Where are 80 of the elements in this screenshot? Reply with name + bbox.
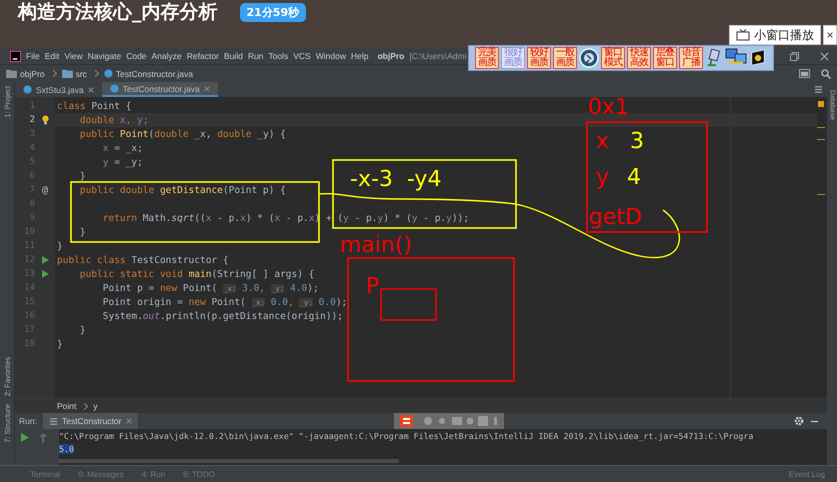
handwritten-note: 0x1 — [588, 95, 630, 120]
app-logo-icon — [10, 50, 21, 62]
quality-button[interactable]: 完美 画质 — [475, 47, 499, 69]
breadcrumb-item[interactable]: TestConstructor.java — [116, 68, 193, 78]
handwritten-note: 4 — [627, 165, 641, 190]
handwritten-note: main() — [340, 233, 412, 258]
quality-button[interactable]: 较好 画质 — [527, 47, 551, 69]
code-line: public class TestConstructor { — [56, 254, 229, 266]
list-icon[interactable] — [814, 85, 823, 94]
menu-item[interactable]: Run — [248, 51, 264, 61]
menu-item[interactable]: VCS — [293, 51, 311, 61]
close-icon[interactable] — [820, 52, 829, 60]
menu-item[interactable]: Help — [350, 51, 368, 61]
run-tab[interactable]: TestConstructor — [42, 413, 138, 429]
search-icon[interactable] — [821, 68, 831, 78]
close-button[interactable]: × — [823, 25, 837, 45]
file-tab[interactable]: SxtStu3.java — [15, 82, 102, 97]
code-line: } — [56, 240, 63, 252]
code-line: double x, y; — [78, 114, 149, 126]
menu-item[interactable]: Analyze — [152, 51, 182, 61]
video-title: 构造方法核心_内存分析 — [18, 0, 218, 25]
code-line: public double getDistance(Point p) { — [78, 184, 286, 196]
code-line: public Point(double _x, double _y) { — [78, 128, 286, 140]
tv-icon — [736, 29, 750, 41]
mode-button[interactable]: 快速 高效 — [627, 47, 651, 69]
breadcrumb-item[interactable]: objPro — [20, 68, 45, 78]
window-icon[interactable] — [799, 69, 810, 78]
brush-icon[interactable] — [705, 48, 723, 68]
code-line: } — [78, 226, 86, 238]
handwritten-note: y — [596, 165, 610, 190]
mini-window-button[interactable]: 小窗口播放 — [729, 25, 821, 45]
code-line: class Point { — [56, 100, 132, 112]
project-path: [C:\Users\Admi — [409, 51, 467, 61]
warning-marker-icon[interactable] — [818, 101, 824, 107]
lightbulb-icon[interactable] — [42, 115, 48, 125]
handwritten-note: 3 — [630, 129, 644, 154]
run-icon[interactable] — [21, 433, 29, 442]
run-label: Run: — [19, 416, 37, 426]
console-output-line: "C:\Program Files\Java\jdk-12.0.2\bin\java.exe" "-javaagent:C:\Program Files\JetBrains\IntelliJ IDEA 2019.2\lib\idea_rt.jar=54713:C:\Progra — [59, 430, 754, 440]
breadcrumb-item[interactable]: y — [93, 401, 98, 411]
menu-item[interactable]: View — [64, 51, 83, 61]
menu-item[interactable]: File — [26, 51, 40, 61]
breadcrumb-item[interactable]: Point — [57, 401, 76, 411]
settings-icon[interactable] — [794, 416, 804, 426]
code-line: x = _x; — [102, 142, 143, 154]
code-line: public static void main(String[ ] args) { — [78, 268, 314, 280]
quality-button[interactable]: 一般 画质 — [553, 47, 577, 69]
variable-box — [380, 288, 437, 321]
handwritten-note: getD — [589, 205, 642, 230]
menu-item[interactable]: Edit — [44, 51, 60, 61]
code-line: } — [78, 170, 86, 182]
handwritten-note: P — [366, 274, 380, 299]
line-number: 2 — [28, 115, 35, 125]
menu-item[interactable]: Window — [316, 51, 346, 61]
menu-item[interactable]: Tools — [268, 51, 288, 61]
code-line: System.out.println(p.getDistance(origin)); — [102, 310, 343, 322]
menu-item[interactable]: Code — [126, 51, 147, 61]
folder-icon — [6, 69, 17, 78]
folder-icon — [62, 69, 73, 78]
project-name: objPro — [377, 51, 404, 61]
file-tab[interactable]: TestConstructor.java — [102, 82, 218, 97]
mode-button[interactable]: 窗口 模式 — [601, 47, 625, 69]
code-line: return Math.sqrt((x - p.x) * (x - p.x) + (y - p.y) * (y - p.y)); — [102, 212, 470, 224]
class-icon — [23, 85, 32, 94]
code-line: } — [78, 324, 86, 336]
duration-badge: 21分59秒 — [240, 2, 306, 22]
handwritten-note: -x-3 -y4 — [350, 167, 442, 192]
menu-item[interactable]: Navigate — [88, 51, 122, 61]
close-icon[interactable] — [88, 86, 94, 92]
override-marker[interactable]: @ — [42, 184, 48, 196]
handwritten-note: x — [596, 129, 610, 154]
code-line: } — [56, 338, 63, 350]
breadcrumb-item[interactable]: src — [76, 68, 87, 78]
menu-item[interactable]: Build — [224, 51, 243, 61]
menu-item[interactable]: Refactor — [186, 51, 219, 61]
mode-button[interactable]: 语音 广播 — [679, 47, 703, 69]
code-line: y = _y; — [102, 156, 143, 168]
restore-window-icon[interactable] — [790, 52, 799, 60]
console-icon — [48, 416, 58, 426]
mode-button[interactable]: 层叠 窗口 — [653, 47, 677, 69]
